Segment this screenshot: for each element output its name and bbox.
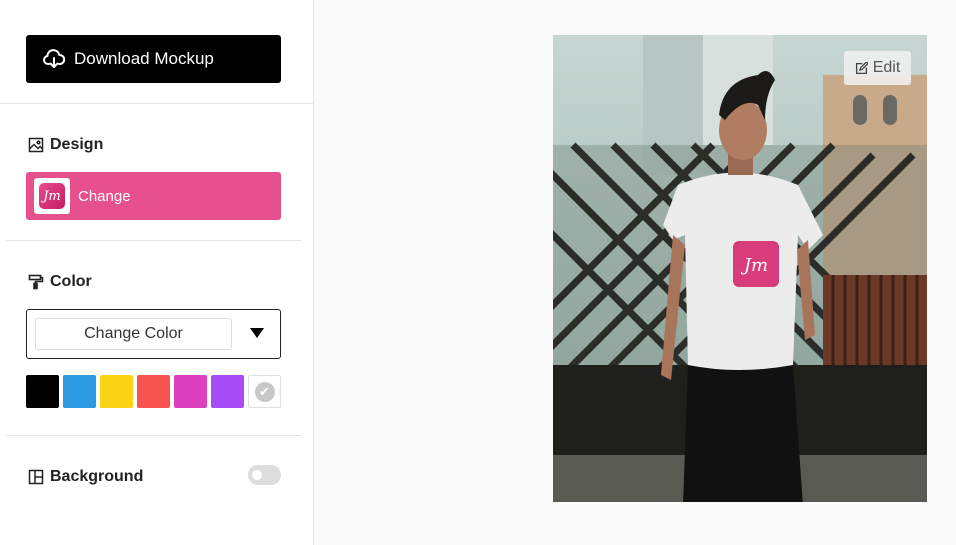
color-title: Color (50, 273, 92, 290)
swatch-blue[interactable] (63, 375, 96, 408)
design-section-title: Design (28, 136, 103, 154)
layout-icon (28, 469, 44, 485)
background-section-title: Background (28, 468, 143, 486)
check-icon: ✔ (254, 381, 275, 402)
background-toggle[interactable] (248, 465, 281, 485)
swatch-black[interactable] (26, 375, 59, 408)
svg-text:Jm: Jm (740, 255, 768, 276)
divider (0, 103, 313, 104)
background-title: Background (50, 468, 144, 485)
swatch-purple[interactable] (211, 375, 244, 408)
color-picker[interactable]: Change Color (26, 309, 281, 359)
design-logo: Jm (39, 183, 65, 209)
mockup-scene: Jm (553, 35, 927, 502)
dropdown-arrow-icon[interactable] (250, 328, 264, 338)
edit-icon (855, 61, 868, 74)
download-mockup-label: Download Mockup (74, 49, 214, 68)
swatch-white[interactable]: ✔ (248, 375, 281, 408)
color-section-title: Color (28, 273, 92, 291)
cloud-download-icon (43, 49, 66, 68)
design-title: Design (50, 136, 104, 153)
toggle-knob (252, 470, 262, 480)
edit-label: Edit (872, 59, 901, 76)
divider (6, 435, 301, 436)
change-label: Change (78, 187, 131, 205)
mockup-preview-image: Jm (553, 35, 927, 502)
change-color-input[interactable]: Change Color (35, 318, 232, 350)
edit-button[interactable]: Edit (844, 51, 911, 85)
design-thumbnail: Jm (34, 178, 70, 214)
paint-roller-icon (28, 274, 44, 290)
image-icon (28, 137, 44, 153)
sidebar: Download Mockup Design Jm Change Color C… (0, 0, 314, 545)
divider (6, 240, 301, 241)
download-mockup-button[interactable]: Download Mockup (26, 35, 281, 83)
change-design-button[interactable]: Jm Change (26, 172, 281, 220)
swatch-red[interactable] (137, 375, 170, 408)
swatch-magenta[interactable] (174, 375, 207, 408)
color-swatches: ✔ (26, 375, 285, 408)
swatch-yellow[interactable] (100, 375, 133, 408)
